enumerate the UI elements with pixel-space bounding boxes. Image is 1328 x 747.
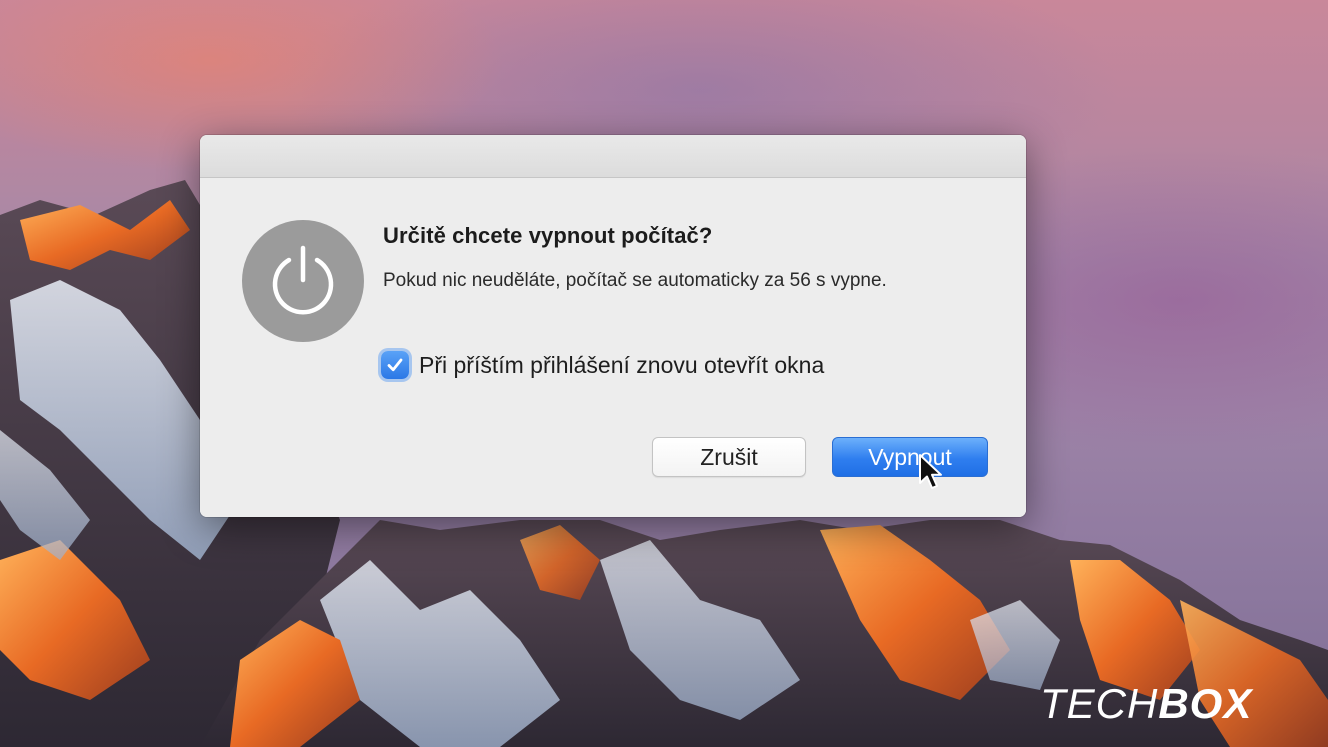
watermark-box: BOX bbox=[1158, 680, 1253, 727]
reopen-windows-label: Při příštím přihlášení znovu otevřít okn… bbox=[419, 351, 825, 378]
cancel-button[interactable]: Zrušit bbox=[652, 437, 806, 477]
power-icon bbox=[242, 220, 364, 342]
dialog-title: Určitě chcete vypnout počítač? bbox=[383, 223, 713, 248]
mouse-cursor-icon bbox=[919, 454, 942, 489]
reopen-windows-checkbox[interactable] bbox=[381, 351, 409, 379]
shutdown-dialog: Určitě chcete vypnout počítač? Pokud nic… bbox=[200, 135, 1026, 517]
watermark-tech: TECH bbox=[1040, 680, 1159, 727]
dialog-message: Pokud nic neuděláte, počítač se automati… bbox=[383, 270, 887, 291]
dialog-titlebar bbox=[200, 135, 1026, 178]
shutdown-button[interactable]: Vypnout bbox=[832, 437, 988, 477]
reopen-windows-option[interactable]: Při příštím přihlášení znovu otevřít okn… bbox=[381, 351, 824, 379]
techbox-watermark: TECHBOX bbox=[1040, 680, 1252, 728]
checkmark-icon bbox=[387, 358, 403, 372]
